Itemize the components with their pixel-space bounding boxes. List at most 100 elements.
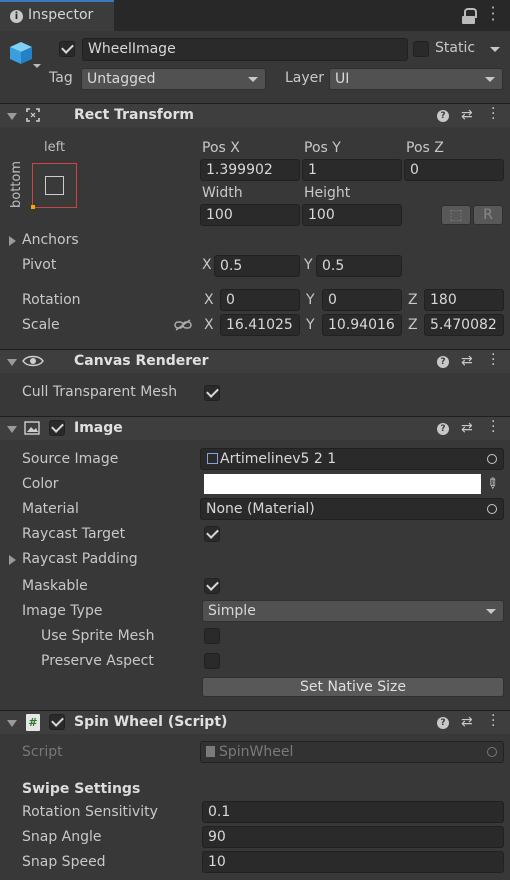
anchors-label[interactable]: Anchors (22, 232, 79, 248)
maskable-checkbox[interactable] (204, 578, 220, 594)
spin-wheel-header[interactable]: # Spin Wheel (Script) ? ⇄ · · · (0, 709, 510, 734)
help-icon[interactable]: ? (437, 110, 449, 122)
pivot-label: Pivot (22, 257, 57, 273)
snap-speed-field[interactable]: 10 (202, 851, 504, 873)
material-field[interactable]: None (Material) (200, 498, 504, 520)
rect-transform-icon (26, 108, 40, 122)
scale-y-field[interactable]: 10.94016 (322, 314, 402, 336)
constrain-proportions-icon[interactable] (174, 318, 192, 332)
info-icon: i (10, 10, 23, 23)
anchors-foldout-icon[interactable] (9, 236, 16, 246)
layer-value: UI (335, 71, 350, 87)
eyedropper-icon[interactable]: ✎ (482, 474, 502, 494)
object-picker-icon[interactable] (487, 454, 497, 464)
color-swatch[interactable] (204, 474, 481, 494)
kebab-menu-icon[interactable]: · · · (491, 709, 495, 733)
icon-dropdown-arrow[interactable] (33, 64, 41, 68)
source-image-label: Source Image (22, 451, 119, 467)
script-label: Script (22, 744, 63, 760)
width-label: Width (202, 185, 243, 201)
snap-speed-label: Snap Speed (22, 854, 106, 870)
foldout-arrow-icon[interactable] (7, 720, 17, 727)
foldout-arrow-icon[interactable] (7, 426, 17, 433)
snap-angle-field[interactable]: 90 (202, 826, 504, 848)
pos-x-field[interactable]: 1.399902 (200, 159, 300, 181)
tab-bar: i Inspector · · · (0, 0, 510, 31)
image-enabled-checkbox[interactable] (49, 420, 65, 436)
presets-icon[interactable]: ⇄ (461, 714, 473, 730)
component-title: Image (74, 420, 123, 436)
height-field[interactable]: 100 (302, 204, 402, 226)
kebab-menu-icon[interactable]: · · · (490, 0, 496, 28)
width-field[interactable]: 100 (200, 204, 300, 226)
static-dropdown-arrow[interactable] (490, 47, 500, 52)
foldout-arrow-icon[interactable] (7, 359, 17, 366)
presets-icon[interactable]: ⇄ (461, 107, 473, 123)
raycast-padding-label[interactable]: Raycast Padding (22, 551, 138, 567)
tag-label: Tag (49, 70, 73, 86)
kebab-menu-icon[interactable]: · · · (491, 102, 495, 126)
preserve-aspect-checkbox[interactable] (204, 653, 220, 669)
kebab-menu-icon[interactable]: · · · (491, 415, 495, 439)
help-icon[interactable]: ? (437, 356, 449, 368)
help-icon[interactable]: ? (437, 423, 449, 435)
tag-value: Untagged (87, 71, 156, 87)
pos-y-field[interactable]: 1 (302, 159, 402, 181)
rotation-x-axis: X (204, 292, 214, 308)
height-label: Height (304, 185, 351, 201)
presets-icon[interactable]: ⇄ (461, 353, 473, 369)
script-field: SpinWheel (200, 741, 504, 763)
pos-x-label: Pos X (202, 140, 240, 156)
rotation-z-field[interactable]: 180 (424, 289, 504, 311)
pos-z-field[interactable]: 0 (404, 159, 504, 181)
source-image-field[interactable]: Artimelinev5 2 1 (200, 448, 504, 470)
image-type-dropdown[interactable]: Simple (202, 600, 504, 622)
kebab-menu-icon[interactable]: · · · (491, 348, 495, 372)
image-type-label: Image Type (22, 603, 103, 619)
use-sprite-mesh-label: Use Sprite Mesh (41, 628, 155, 644)
component-title: Canvas Renderer (74, 353, 209, 369)
script-icon: # (26, 714, 40, 731)
object-picker-icon (487, 747, 497, 757)
raycast-target-checkbox[interactable] (204, 526, 220, 542)
rotation-y-field[interactable]: 0 (322, 289, 402, 311)
scale-z-field[interactable]: 5.470082 (424, 314, 504, 336)
gameobject-cube-icon[interactable] (8, 40, 34, 66)
image-header[interactable]: Image ? ⇄ · · · (0, 415, 510, 440)
sprite-icon (207, 453, 218, 464)
scale-z-axis: Z (408, 317, 418, 333)
chevron-down-icon (248, 77, 258, 82)
pivot-x-field[interactable]: 0.5 (214, 255, 300, 277)
raw-edit-button[interactable]: R (473, 205, 503, 225)
tag-dropdown[interactable]: Untagged (81, 68, 266, 90)
raycast-padding-foldout-icon[interactable] (9, 555, 16, 565)
static-label: Static (435, 40, 476, 56)
help-icon[interactable]: ? (437, 717, 449, 729)
component-title: Spin Wheel (Script) (74, 714, 228, 730)
cull-transparent-mesh-checkbox[interactable] (204, 385, 220, 401)
anchor-preset-button[interactable] (31, 163, 77, 209)
rotation-x-field[interactable]: 0 (220, 289, 300, 311)
blueprint-mode-button[interactable]: ⬚ (441, 205, 471, 225)
rotation-sensitivity-label: Rotation Sensitivity (22, 804, 158, 820)
tab-inspector[interactable]: i Inspector (0, 0, 114, 31)
pivot-y-field[interactable]: 0.5 (316, 255, 402, 277)
rect-transform-header[interactable]: Rect Transform ? ⇄ · · · (0, 102, 510, 127)
anchor-vertical-label: bottom (9, 160, 24, 208)
scale-x-field[interactable]: 16.41025 (220, 314, 300, 336)
set-native-size-button[interactable]: Set Native Size (202, 677, 504, 697)
object-picker-icon[interactable] (487, 504, 497, 514)
gameobject-name-field[interactable]: WheelImage (82, 38, 408, 61)
layer-dropdown[interactable]: UI (329, 68, 503, 90)
rotation-sensitivity-field[interactable]: 0.1 (202, 801, 504, 823)
raycast-target-label: Raycast Target (22, 526, 126, 542)
static-checkbox[interactable] (413, 41, 429, 57)
spin-wheel-enabled-checkbox[interactable] (49, 714, 65, 730)
presets-icon[interactable]: ⇄ (461, 420, 473, 436)
component-title: Rect Transform (74, 107, 195, 123)
material-label: Material (22, 501, 79, 517)
use-sprite-mesh-checkbox[interactable] (204, 628, 220, 644)
canvas-renderer-header[interactable]: Canvas Renderer ? ⇄ · · · (0, 348, 510, 373)
active-checkbox[interactable] (59, 41, 75, 57)
foldout-arrow-icon[interactable] (7, 113, 17, 120)
